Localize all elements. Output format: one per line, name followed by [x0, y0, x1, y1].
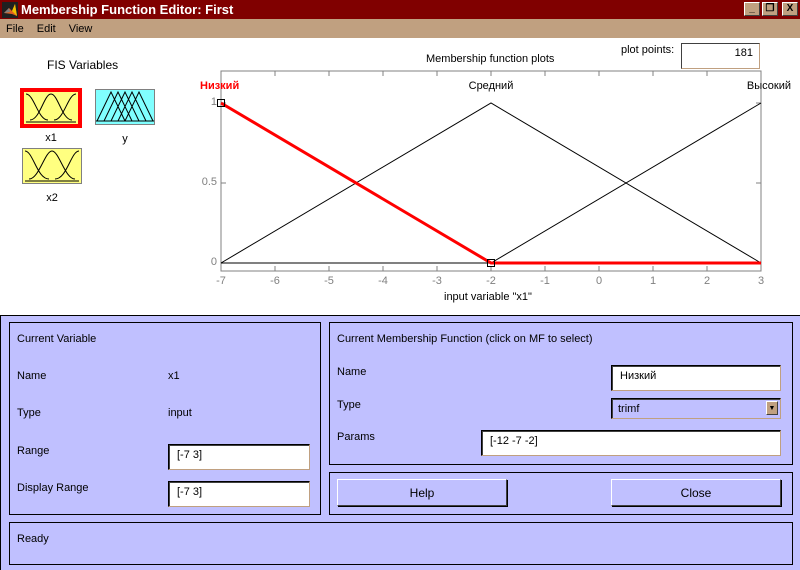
mf-type-select[interactable]: trimf ▼	[611, 398, 781, 419]
buttons-panel: Help Close	[329, 472, 793, 515]
mf-label-2[interactable]: Высокий	[731, 80, 791, 92]
x-tick-label: 3	[757, 275, 765, 287]
current-mf-panel: Current Membership Function (click on MF…	[329, 322, 793, 465]
variable-type-label: Type	[17, 407, 41, 419]
mf-name-label: Name	[337, 366, 367, 378]
display-range-label: Display Range	[17, 482, 89, 494]
range-input[interactable]: [-7 3]	[168, 444, 310, 470]
y-tick-label: 1	[210, 96, 217, 108]
x-tick-label: 1	[649, 275, 657, 287]
status-text: Ready	[17, 533, 49, 545]
current-variable-panel: Current Variable Name x1 Type input Rang…	[9, 322, 321, 515]
x-tick-label: -6	[270, 275, 280, 287]
y-tick-label: 0.5	[201, 176, 217, 188]
x-axis-label: input variable "x1"	[444, 291, 532, 303]
x-tick-label: -5	[324, 275, 334, 287]
display-range-input[interactable]: [-7 3]	[168, 481, 310, 507]
plot-frame	[220, 70, 762, 272]
bottom-panel-area: Current Variable Name x1 Type input Rang…	[0, 315, 800, 570]
help-button[interactable]: Help	[337, 479, 507, 506]
variable-name-label: Name	[17, 370, 47, 382]
x-tick-label: -4	[378, 275, 388, 287]
mf-label-0[interactable]: Низкий	[200, 80, 260, 92]
close-button[interactable]: Close	[611, 479, 781, 506]
mf-name-input[interactable]: Низкий	[611, 365, 781, 391]
mf-params-input[interactable]: [-12 -7 -2]	[481, 430, 781, 456]
current-variable-title: Current Variable	[17, 333, 97, 345]
x-tick-label: 0	[595, 275, 603, 287]
x-tick-label: -2	[486, 275, 496, 287]
mf-plot[interactable]	[0, 0, 800, 310]
x-tick-label: -7	[216, 275, 226, 287]
x-tick-label: -1	[540, 275, 550, 287]
x-tick-label: -3	[432, 275, 442, 287]
variable-type-value: input	[168, 407, 192, 419]
range-label: Range	[17, 445, 50, 457]
status-panel: Ready	[9, 522, 793, 565]
mf-params-label: Params	[337, 431, 375, 443]
x-tick-label: 2	[703, 275, 711, 287]
mf-type-value: trimf	[618, 403, 640, 415]
mf-label-1[interactable]: Средний	[461, 80, 521, 92]
variable-name-value: x1	[168, 370, 180, 382]
current-mf-title: Current Membership Function (click on MF…	[337, 333, 593, 345]
y-tick-label: 0	[210, 256, 217, 268]
mf-type-label: Type	[337, 399, 361, 411]
dropdown-arrow-icon[interactable]: ▼	[766, 401, 778, 415]
